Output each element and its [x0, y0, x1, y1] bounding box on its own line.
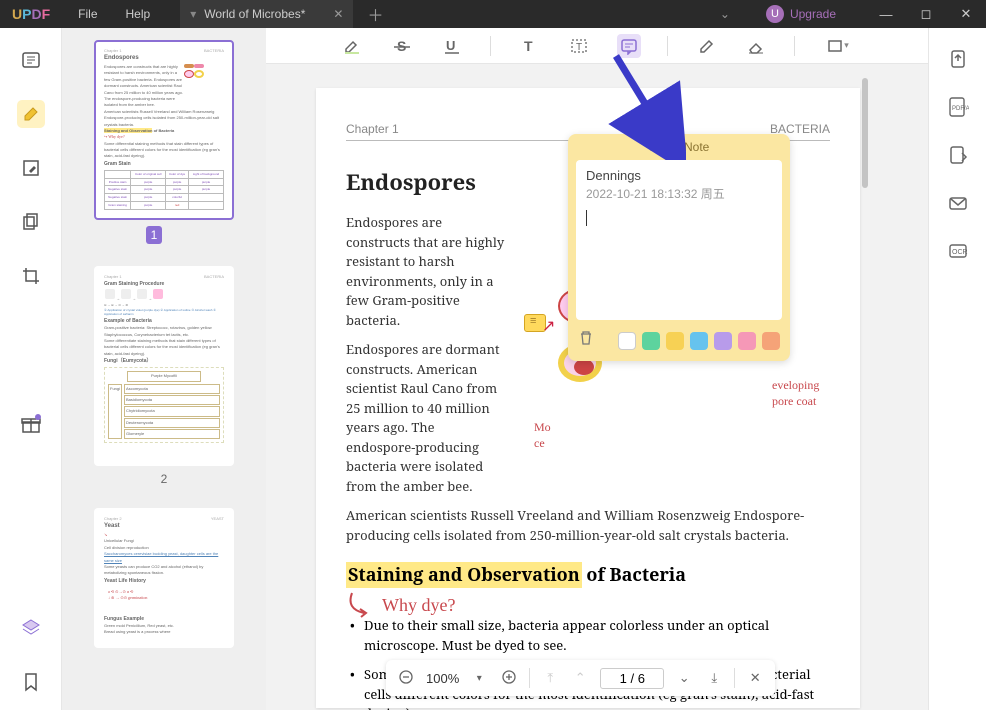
next-page-button[interactable]: ⌄ [674, 670, 694, 686]
right-tool-rail: PDF/A OCR [928, 28, 986, 710]
why-dye-annotation: Why dye? [382, 595, 830, 616]
text-tool-icon[interactable]: T [517, 34, 541, 58]
svg-text:PDF/A: PDF/A [952, 106, 969, 112]
tab-close-icon[interactable]: ✕ [333, 7, 343, 21]
thumbnail-page-3[interactable]: Chapter 2YEAST Yeast ↘ Unicellular Fungi… [94, 508, 234, 648]
window-maximize-button[interactable]: ◻ [906, 0, 946, 28]
window-minimize-button[interactable]: — [866, 0, 906, 28]
ocr-icon[interactable]: OCR [945, 238, 971, 264]
heading-staining: Staining and Observation of Bacteria [346, 563, 830, 587]
chapter-label: Chapter 1 [346, 122, 399, 136]
zoom-dropdown-icon[interactable]: ▾ [469, 673, 489, 684]
pencil-tool-icon[interactable] [694, 34, 718, 58]
export-icon[interactable] [945, 46, 971, 72]
color-swatch[interactable] [690, 332, 708, 350]
annotation-toolbar: S U T T ▾ [266, 28, 928, 64]
menu-file[interactable]: File [78, 7, 97, 21]
thumbnail-page-1[interactable]: Chapter 1BACTERIA Endospores Endospores … [94, 40, 234, 220]
paragraph-1: Endospores are constructs that are highl… [346, 213, 506, 330]
sticky-note-popup: Sticky Note Dennings 2022-10-21 18:13:32… [568, 134, 790, 361]
shape-tool-icon[interactable]: ▾ [821, 34, 855, 58]
svg-text:U: U [446, 38, 455, 53]
underline-tool-icon[interactable]: U [440, 34, 464, 58]
hand-arrow-icon: ↗ [542, 316, 555, 336]
content-area: S U T T ▾ Chapter 1 BACTERIA Endospores … [266, 28, 928, 710]
eraser-tool-icon[interactable] [744, 34, 768, 58]
organize-pages-icon[interactable] [17, 208, 45, 236]
svg-text:T: T [576, 42, 582, 53]
last-page-button[interactable]: ⤓ [704, 670, 724, 686]
bullet-1: Due to their small size, bacteria appear… [346, 616, 830, 655]
color-swatch[interactable] [642, 332, 660, 350]
document-tab[interactable]: ▾ World of Microbes* ✕ [180, 0, 353, 28]
reader-mode-icon[interactable] [17, 46, 45, 74]
svg-text:OCR: OCR [952, 249, 968, 256]
upgrade-badge-icon: U [766, 5, 784, 23]
delete-note-icon[interactable] [578, 330, 594, 351]
handwriting-2: evelopingpore coat [772, 378, 819, 409]
layers-icon[interactable] [17, 614, 45, 642]
svg-text:T: T [524, 38, 533, 54]
email-icon[interactable] [945, 190, 971, 216]
app-logo: UPDF [12, 6, 50, 22]
bookmark-icon[interactable] [17, 668, 45, 696]
first-page-button[interactable]: ⤒ [540, 670, 560, 686]
gift-icon[interactable] [17, 410, 45, 438]
sticky-note-textarea[interactable] [586, 210, 772, 290]
upgrade-button[interactable]: U Upgrade [766, 5, 836, 23]
curve-arrow-icon [346, 591, 380, 619]
color-swatch[interactable] [714, 332, 732, 350]
color-swatch[interactable] [666, 332, 684, 350]
annotate-mode-icon[interactable] [17, 100, 45, 128]
scrollbar[interactable] [862, 78, 868, 188]
color-swatch[interactable] [738, 332, 756, 350]
title-bar: UPDF File Help ▾ World of Microbes* ✕ ＋ … [0, 0, 986, 28]
window-dropdown-icon[interactable]: ⌄ [720, 7, 730, 21]
window-close-button[interactable]: ✕ [946, 0, 986, 28]
page-number-input[interactable]: 1 / 6 [600, 668, 664, 689]
thumbnail-page-2[interactable]: Chapter 1BACTERIA Gram Staining Procedur… [94, 266, 234, 466]
crop-tool-icon[interactable] [17, 262, 45, 290]
zoom-out-button[interactable] [396, 669, 416, 688]
flatten-icon[interactable] [945, 142, 971, 168]
color-swatch[interactable] [618, 332, 636, 350]
close-nav-button[interactable]: ✕ [745, 670, 765, 686]
prev-page-button[interactable]: ⌃ [570, 670, 590, 686]
page-navigation-bar: 100% ▾ ⤒ ⌃ 1 / 6 ⌄ ⤓ ✕ [386, 660, 775, 696]
edit-mode-icon[interactable] [17, 154, 45, 182]
svg-text:S: S [397, 38, 406, 54]
tab-dropdown-icon[interactable]: ▾ [190, 7, 196, 21]
pdf-a-icon[interactable]: PDF/A [945, 94, 971, 120]
tab-title: World of Microbes* [204, 7, 305, 21]
paragraph-3: American scientists Russell Vreeland and… [346, 506, 830, 545]
thumbnail-number-2: 2 [84, 472, 244, 486]
new-tab-button[interactable]: ＋ [367, 2, 383, 26]
paragraph-2: Endospores are dormant constructs. Ameri… [346, 340, 506, 496]
sticky-note-date: 2022-10-21 18:13:32 周五 [586, 185, 772, 202]
left-tool-rail [0, 28, 62, 710]
sticky-note-title: Sticky Note [568, 134, 790, 160]
sticky-note-author: Dennings [586, 168, 772, 183]
color-swatch[interactable] [762, 332, 780, 350]
sticky-note-tool-icon[interactable] [617, 34, 641, 58]
zoom-in-button[interactable] [499, 669, 519, 688]
textbox-tool-icon[interactable]: T [567, 34, 591, 58]
zoom-level: 100% [426, 671, 459, 686]
thumbnail-number-1: 1 [146, 226, 162, 244]
menu-help[interactable]: Help [126, 7, 151, 21]
highlighter-tool-icon[interactable] [340, 34, 364, 58]
handwriting-1: Moce [534, 420, 551, 451]
strikethrough-tool-icon[interactable]: S [390, 34, 414, 58]
thumbnails-panel: Chapter 1BACTERIA Endospores Endospores … [62, 28, 266, 710]
